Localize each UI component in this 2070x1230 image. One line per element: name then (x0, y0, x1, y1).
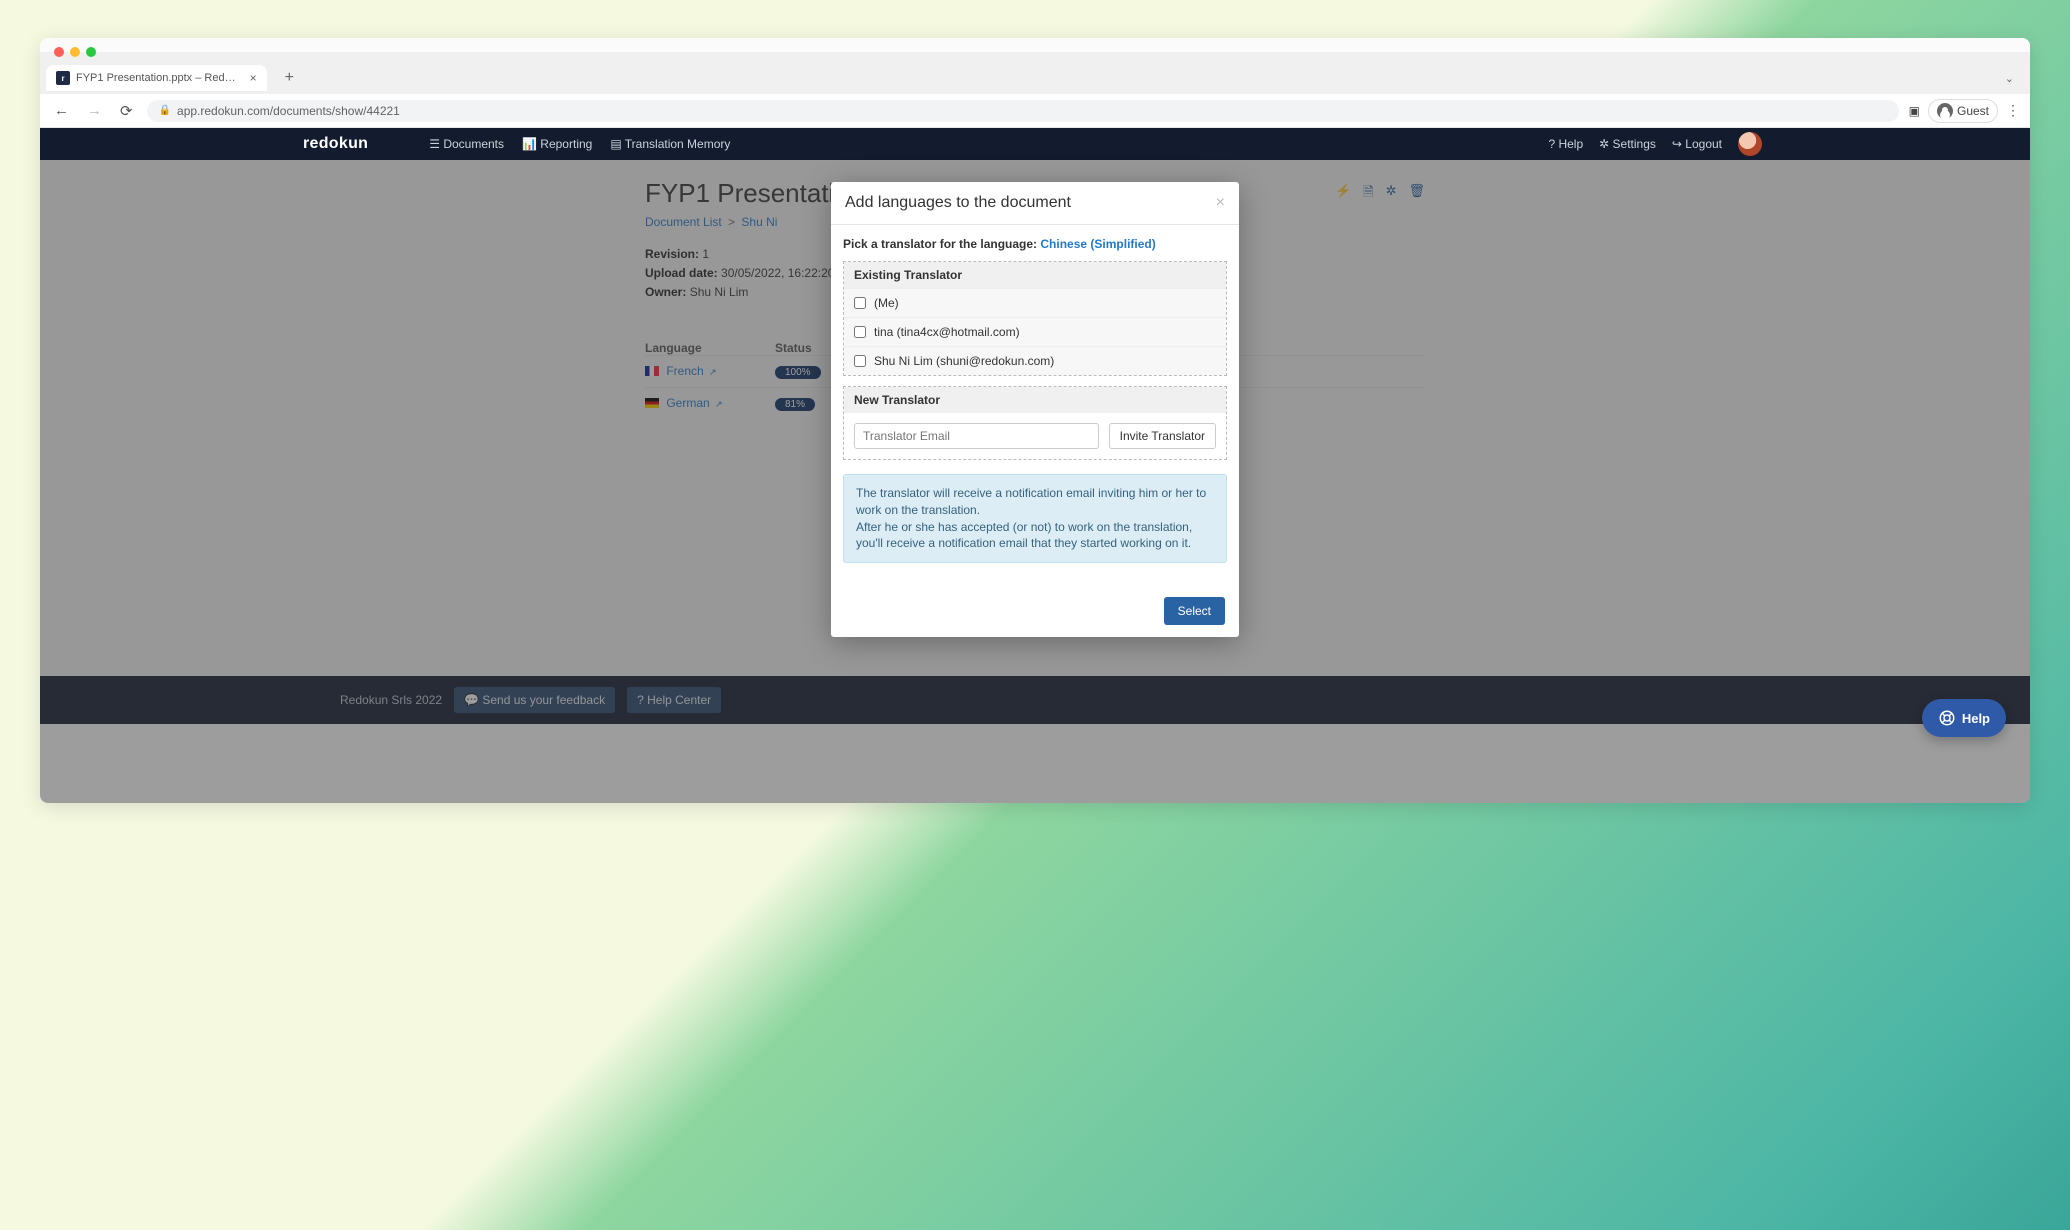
translator-name: Shu Ni Lim (shuni@redokun.com) (874, 354, 1054, 368)
person-icon (1937, 103, 1953, 119)
translator-option-me[interactable]: (Me) (844, 288, 1226, 317)
translator-option-shuni[interactable]: Shu Ni Lim (shuni@redokun.com) (844, 346, 1226, 375)
pick-translator-label: Pick a translator for the language: (843, 237, 1040, 251)
reload-button[interactable]: ⟳ (116, 100, 137, 122)
life-ring-icon (1938, 709, 1956, 727)
tab-list-caret-icon[interactable]: ⌄ (2005, 72, 2014, 85)
tab-title: FYP1 Presentation.pptx – Red… (76, 72, 236, 84)
nav-documents[interactable]: ☰ Documents (429, 137, 504, 151)
nav-tm[interactable]: ▤ Translation Memory (610, 137, 730, 151)
new-translator-legend: New Translator (844, 387, 1226, 413)
translator-checkbox[interactable] (854, 326, 866, 338)
add-language-modal: Add languages to the document × Pick a t… (831, 182, 1239, 637)
translator-email-input[interactable] (854, 423, 1099, 449)
modal-title: Add languages to the document (845, 194, 1071, 212)
target-language-link[interactable]: Chinese (Simplified) (1040, 237, 1155, 251)
favicon-icon: r (56, 71, 70, 85)
browser-menu-button[interactable]: ⋮ (2006, 102, 2020, 119)
address-input[interactable]: 🔒 app.redokun.com/documents/show/44221 (147, 100, 1899, 122)
translator-checkbox[interactable] (854, 297, 866, 309)
profile-button[interactable]: Guest (1928, 99, 1998, 123)
invite-translator-button[interactable]: Invite Translator (1109, 423, 1216, 449)
translator-name: (Me) (874, 296, 899, 310)
translator-checkbox[interactable] (854, 355, 866, 367)
window-max-icon[interactable] (86, 47, 96, 57)
window-min-icon[interactable] (70, 47, 80, 57)
new-tab-button[interactable]: + (277, 65, 302, 91)
select-button[interactable]: Select (1164, 597, 1225, 625)
help-fab-button[interactable]: Help (1922, 699, 2006, 737)
translator-option-tina[interactable]: tina (tina4cx@hotmail.com) (844, 317, 1226, 346)
modal-close-button[interactable]: × (1216, 194, 1225, 212)
translator-name: tina (tina4cx@hotmail.com) (874, 325, 1020, 339)
brand-logo[interactable]: redokun (303, 135, 368, 153)
window-close-icon[interactable] (54, 47, 64, 57)
nav-logout[interactable]: ↪ Logout (1672, 137, 1722, 151)
lock-icon: 🔒 (159, 105, 171, 116)
back-button[interactable]: ← (50, 100, 73, 121)
user-avatar[interactable] (1738, 132, 1762, 156)
nav-help[interactable]: ? Help (1548, 137, 1583, 151)
extension-icon[interactable]: ▣ (1909, 104, 1920, 118)
existing-translator-legend: Existing Translator (844, 262, 1226, 288)
nav-settings[interactable]: ✲ Settings (1599, 137, 1656, 151)
guest-label: Guest (1957, 104, 1989, 118)
tab-close-icon[interactable]: × (250, 71, 257, 85)
browser-tab[interactable]: r FYP1 Presentation.pptx – Red… × (46, 65, 267, 91)
forward-button[interactable]: → (83, 100, 106, 121)
url-text: app.redokun.com/documents/show/44221 (177, 104, 400, 118)
nav-reporting[interactable]: 📊 Reporting (522, 137, 592, 151)
translator-info-box: The translator will receive a notificati… (843, 474, 1227, 563)
